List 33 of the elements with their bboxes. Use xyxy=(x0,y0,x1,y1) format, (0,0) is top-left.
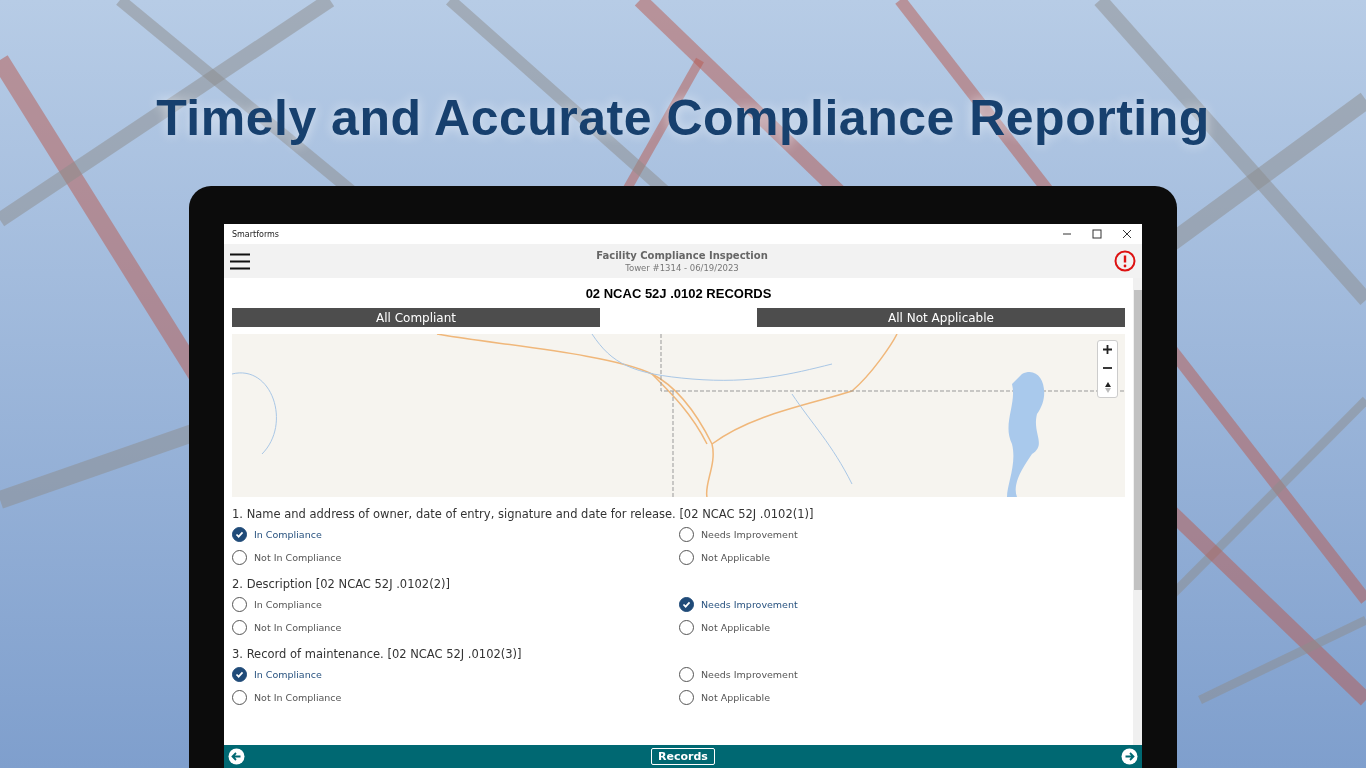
option-label[interactable]: Not Applicable xyxy=(701,552,771,563)
header-subtitle: Tower #1314 - 06/19/2023 xyxy=(625,262,739,273)
option-label[interactable]: Needs Improvement xyxy=(701,669,798,680)
option-label[interactable]: Not Applicable xyxy=(701,622,771,633)
scrollbar-thumb[interactable] xyxy=(1133,290,1142,590)
option-label[interactable]: Needs Improvement xyxy=(701,599,798,610)
headline: Timely and Accurate Compliance Reporting xyxy=(156,89,1210,148)
window-title: Smartforms xyxy=(232,229,281,239)
option-label[interactable]: In Compliance xyxy=(254,669,322,680)
records-button[interactable]: Records xyxy=(651,748,715,765)
question-text: 1. Name and address of owner, date of entry, signature and date for release. [02 NCAC 52J .0102(1)] xyxy=(232,506,815,522)
option-label[interactable]: In Compliance xyxy=(254,529,322,540)
zoom-in-icon[interactable] xyxy=(1103,345,1112,354)
option-label[interactable]: Not In Compliance xyxy=(254,622,342,633)
zoom-control[interactable] xyxy=(1097,340,1118,398)
radio-button[interactable] xyxy=(232,667,247,682)
section-title: 02 NCAC 52J .0102 RECORDS xyxy=(584,286,773,301)
radio-button[interactable] xyxy=(232,527,247,542)
question-text: 3. Record of maintenance. [02 NCAC 52J .0102(3)] xyxy=(232,646,523,662)
radio-button[interactable] xyxy=(679,597,694,612)
bulk-button[interactable]: All Compliant xyxy=(232,308,600,327)
option-label[interactable]: Not Applicable xyxy=(701,692,771,703)
alert-icon[interactable] xyxy=(1114,250,1136,272)
question-text: 2. Description [02 NCAC 52J .0102(2)] xyxy=(232,576,451,592)
option-label[interactable]: Needs Improvement xyxy=(701,529,798,540)
option-label[interactable]: In Compliance xyxy=(254,599,322,610)
compass-icon[interactable] xyxy=(1104,382,1111,393)
bulk-button[interactable]: All Not Applicable xyxy=(757,308,1125,327)
option-label[interactable]: Not In Compliance xyxy=(254,552,342,563)
option-label[interactable]: Not In Compliance xyxy=(254,692,342,703)
scrollbar[interactable] xyxy=(1133,278,1142,745)
menu-icon[interactable] xyxy=(230,252,250,270)
header-title: Facility Compliance Inspection xyxy=(596,249,768,261)
